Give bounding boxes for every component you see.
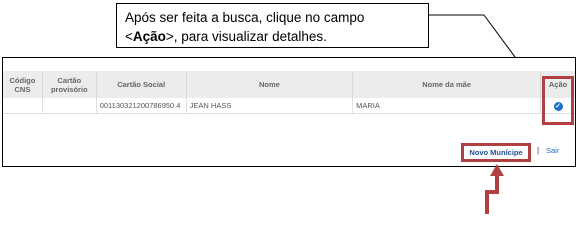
arrow-up-icon — [485, 164, 504, 214]
